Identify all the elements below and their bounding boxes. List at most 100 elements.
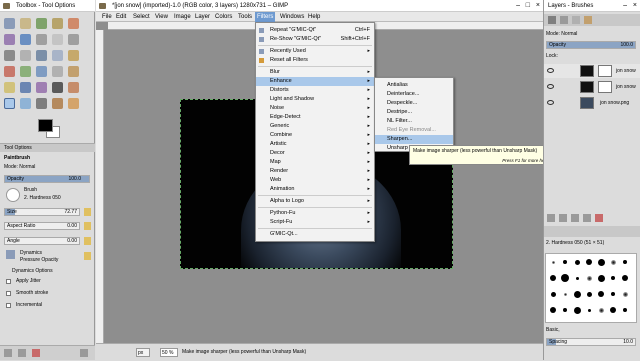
layer-name[interactable]: jon snow bbox=[616, 80, 636, 94]
menu-colors[interactable]: Colors bbox=[213, 12, 234, 22]
menu-help[interactable]: Help bbox=[306, 12, 322, 22]
filters-menu-item[interactable]: Light and Shadow ▸ bbox=[256, 95, 374, 104]
layer-row[interactable]: jon snow bbox=[544, 80, 640, 94]
reset-angle-icon[interactable] bbox=[84, 237, 91, 245]
bucket-fill-tool-icon[interactable] bbox=[20, 82, 31, 93]
menu-tools[interactable]: Tools bbox=[236, 12, 254, 22]
foreground-color-swatch[interactable] bbox=[38, 119, 53, 132]
clone-tool-icon[interactable] bbox=[52, 98, 63, 109]
dynamics-options-expander[interactable]: Dynamics Options bbox=[12, 267, 98, 275]
save-preset-icon[interactable] bbox=[4, 349, 12, 357]
minimize-icon[interactable]: – bbox=[516, 0, 520, 12]
filters-menu-item[interactable]: Recently Used ▸ bbox=[256, 47, 374, 56]
filters-menu-item[interactable]: Distorts ▸ bbox=[256, 86, 374, 95]
layers-tab-icon[interactable] bbox=[548, 16, 556, 24]
align-tool-icon[interactable] bbox=[36, 50, 47, 61]
shear-tool-icon[interactable] bbox=[20, 66, 31, 77]
brush-swatch[interactable] bbox=[563, 260, 567, 264]
menu-windows[interactable]: Windows bbox=[278, 12, 306, 22]
brush-swatch[interactable] bbox=[573, 306, 581, 314]
visibility-eye-icon[interactable] bbox=[547, 100, 554, 105]
layer-row[interactable]: jon snow bbox=[544, 64, 640, 78]
ink-tool-icon[interactable] bbox=[36, 98, 47, 109]
menu-file[interactable]: File bbox=[100, 12, 114, 22]
filters-menu-item[interactable]: Python-Fu ▸ bbox=[256, 209, 374, 218]
brush-grid[interactable] bbox=[545, 253, 637, 323]
layer-opacity-slider[interactable]: Opacity 100.0 bbox=[546, 41, 636, 49]
brush-swatch[interactable] bbox=[563, 292, 567, 296]
brush-swatch[interactable] bbox=[610, 307, 616, 313]
size-slider[interactable]: Size 72.77 bbox=[4, 208, 80, 216]
perspective-tool-icon[interactable] bbox=[36, 66, 47, 77]
close-icon[interactable]: × bbox=[536, 0, 540, 12]
brush-swatch[interactable] bbox=[550, 275, 556, 281]
delete-preset-icon[interactable] bbox=[32, 349, 40, 357]
filters-menu-item[interactable]: Web ▸ bbox=[256, 176, 374, 185]
brush-swatch[interactable] bbox=[597, 274, 605, 282]
brush-swatch[interactable] bbox=[575, 276, 579, 280]
brush-swatch[interactable] bbox=[611, 292, 615, 296]
move-tool-icon[interactable] bbox=[20, 50, 31, 61]
filters-menu-item[interactable]: Animation ▸ bbox=[256, 185, 374, 194]
brush-swatch[interactable] bbox=[550, 291, 556, 297]
ellipse-select-tool-icon[interactable] bbox=[20, 18, 31, 29]
enhance-menu-item[interactable]: Destripe... bbox=[375, 108, 453, 117]
color-picker-tool-icon[interactable] bbox=[52, 34, 63, 45]
vertical-ruler[interactable] bbox=[96, 30, 104, 343]
reset-size-icon[interactable] bbox=[84, 208, 91, 216]
brush-spacing-slider[interactable]: Spacing 10.0 bbox=[546, 338, 636, 346]
enhance-menu-item[interactable]: NL Filter... bbox=[375, 117, 453, 126]
filters-menu-item[interactable]: Render ▸ bbox=[256, 167, 374, 176]
brush-swatch[interactable] bbox=[550, 307, 556, 313]
menu-layer[interactable]: Layer bbox=[193, 12, 212, 22]
filters-menu-item[interactable]: Repeat "G'MIC-Qt" Ctrl+F bbox=[256, 26, 374, 35]
blend-tool-icon[interactable] bbox=[36, 82, 47, 93]
fuzzy-select-tool-icon[interactable] bbox=[52, 18, 63, 29]
brush-swatch[interactable] bbox=[598, 291, 604, 297]
maximize-icon[interactable]: □ bbox=[526, 0, 530, 12]
filters-menu-item[interactable]: Generic ▸ bbox=[256, 122, 374, 131]
filters-menu-item[interactable]: Enhance ▸ bbox=[256, 77, 374, 86]
layers-minimize-icon[interactable]: – bbox=[623, 0, 627, 12]
layer-row[interactable]: jon snow.png bbox=[544, 96, 640, 110]
brush-swatch[interactable] bbox=[623, 308, 627, 312]
filters-menu-item[interactable]: Combine ▸ bbox=[256, 131, 374, 140]
reset-options-icon[interactable] bbox=[80, 349, 88, 357]
brush-swatch[interactable] bbox=[574, 259, 580, 265]
paintbrush-tool-icon[interactable] bbox=[4, 98, 15, 109]
rotate-tool-icon[interactable] bbox=[68, 50, 79, 61]
brush-swatch[interactable] bbox=[598, 307, 604, 313]
channels-tab-icon[interactable] bbox=[560, 16, 568, 24]
enhance-menu-item[interactable]: Antialias bbox=[375, 81, 453, 90]
reset-aspect-icon[interactable] bbox=[84, 222, 91, 230]
angle-slider[interactable]: Angle 0.00 bbox=[4, 237, 80, 245]
airbrush-tool-icon[interactable] bbox=[20, 98, 31, 109]
dynamics-value[interactable]: Pressure Opacity bbox=[20, 256, 80, 264]
zoom-tool-icon[interactable] bbox=[68, 34, 79, 45]
filters-menu-item[interactable]: Map ▸ bbox=[256, 158, 374, 167]
tool-options-tab[interactable]: Tool Options bbox=[0, 143, 95, 152]
opacity-slider[interactable]: Opacity 100.0 bbox=[4, 175, 90, 183]
flip-tool-icon[interactable] bbox=[52, 66, 63, 77]
aspect-ratio-slider[interactable]: Aspect Ratio 0.00 bbox=[4, 222, 80, 230]
visibility-eye-icon[interactable] bbox=[547, 84, 554, 89]
brush-tag-filter[interactable]: Basic, bbox=[546, 326, 632, 334]
new-layer-icon[interactable] bbox=[547, 214, 555, 222]
apply-jitter-checkbox[interactable] bbox=[6, 279, 11, 284]
lower-layer-icon[interactable] bbox=[571, 214, 579, 222]
zoom-select[interactable]: 50 % bbox=[160, 348, 178, 357]
filters-menu-item[interactable]: Blur ▸ bbox=[256, 68, 374, 77]
menu-select[interactable]: Select bbox=[131, 12, 152, 22]
menu-image[interactable]: Image bbox=[172, 12, 193, 22]
brush-swatch[interactable] bbox=[551, 260, 555, 264]
enhance-menu-item[interactable]: Sharpen... bbox=[375, 135, 453, 144]
brush-preview-icon[interactable] bbox=[6, 188, 20, 202]
brush-swatch[interactable] bbox=[561, 274, 569, 282]
filters-menu-item[interactable]: Artistic ▸ bbox=[256, 140, 374, 149]
layer-name[interactable]: jon snow bbox=[616, 64, 636, 78]
eraser-tool-icon[interactable] bbox=[68, 82, 79, 93]
edit-dynamics-icon[interactable] bbox=[84, 252, 91, 260]
image-window-titlebar[interactable]: *[jon snow] (imported)-1.0 (RGB color, 3… bbox=[96, 0, 544, 12]
measure-tool-icon[interactable] bbox=[4, 50, 15, 61]
smooth-stroke-checkbox[interactable] bbox=[6, 291, 11, 296]
